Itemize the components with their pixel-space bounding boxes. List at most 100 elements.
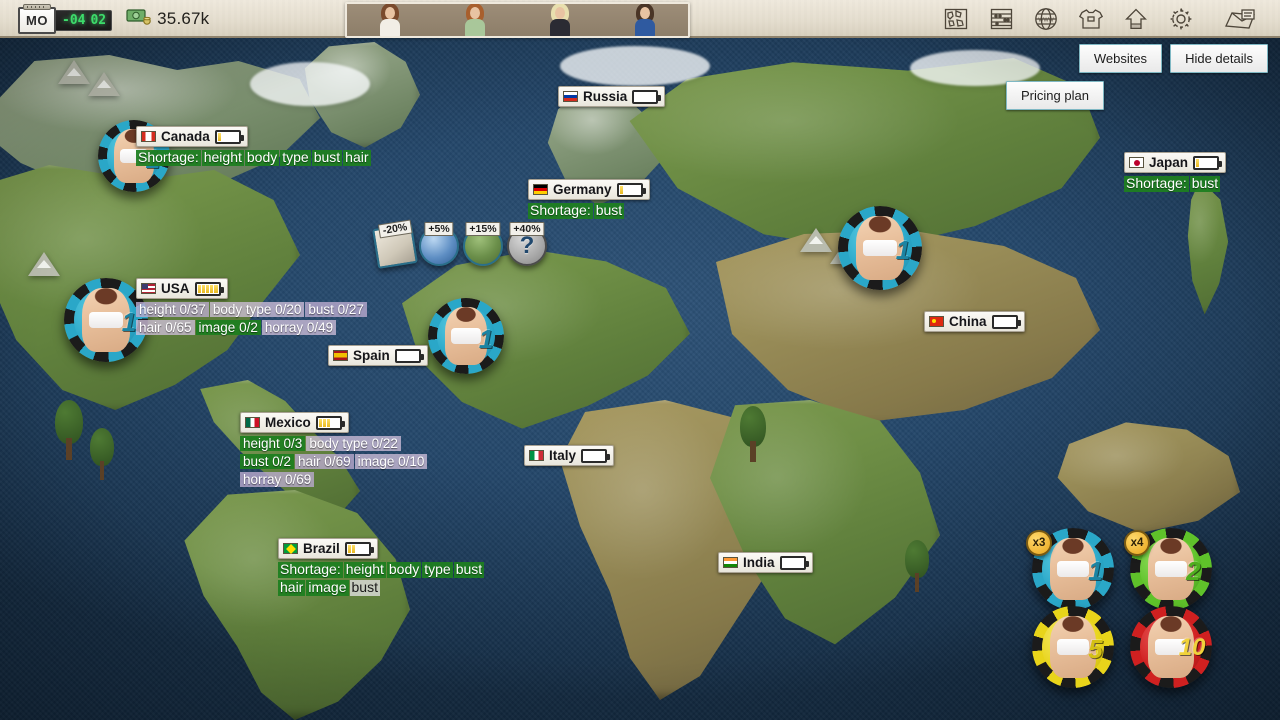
hide-details-button[interactable]: Hide details [1170,44,1268,73]
country-germany[interactable]: Germany Shortage: bust [528,179,650,220]
shortage-item: type [422,561,453,578]
stat-image: image 0/10 [354,453,428,470]
cash-amount: 35.67k [157,9,210,28]
tree-decor [90,428,114,480]
country-header[interactable]: India [718,552,813,573]
country-name: Japan [1149,155,1189,170]
portrait-2[interactable] [462,4,488,36]
country-header[interactable]: Russia [558,86,666,107]
map-chip-value: 1 [895,234,911,265]
led-left-value: -04 [62,13,86,28]
country-header[interactable]: Mexico [240,412,349,433]
mountain-decor [28,252,60,276]
mountain-decor [88,72,120,96]
bonus-token-penalty[interactable]: -20% [372,219,418,269]
upgrade-arrow-icon[interactable] [1121,5,1151,33]
tray-chip-5[interactable]: 5 [1032,606,1114,688]
country-shortage: Shortage: height body type bust hair [136,149,372,167]
country-japan[interactable]: Japan Shortage: bust [1124,152,1227,193]
tray-chip-2[interactable]: x4 2 [1124,528,1212,610]
country-header[interactable]: Germany [528,179,650,200]
pricing-plan-button[interactable]: Pricing plan [1006,81,1104,110]
country-battery [214,129,244,144]
top-bar-left-group: MO -04 02 35.67k [18,0,209,38]
shortage-label: Shortage: [1124,175,1189,192]
bonus-token-book[interactable]: +5% [419,222,459,266]
tray-chip-10[interactable]: 10 [1130,606,1212,688]
tree-decor [905,540,929,592]
country-russia[interactable]: Russia [558,86,666,107]
portrait-3[interactable] [547,4,573,36]
country-header[interactable]: Spain [328,345,428,366]
flag-italy [529,450,544,461]
shortage-item: type [280,149,311,166]
country-name: Brazil [303,541,340,556]
money-icon [126,7,152,32]
country-header[interactable]: China [924,311,1025,332]
svg-text:WWW: WWW [1038,18,1054,24]
country-name: Canada [161,129,210,144]
cash-widget[interactable]: 35.67k [126,7,209,32]
mail-icon[interactable] [1218,6,1262,34]
map-chip-europe[interactable]: 1 [428,298,504,374]
world-map-icon[interactable] [941,5,971,33]
map-chip-asia[interactable]: 1 [838,206,922,290]
country-header[interactable]: Japan [1124,152,1227,173]
ledger-icon[interactable] [986,5,1016,33]
tray-chip-value: 5 [1088,633,1103,664]
stat-hair: hair 0/69 [295,453,354,470]
stat-bust: bust 0/27 [305,302,367,318]
www-globe-icon[interactable]: WWW [1031,5,1061,33]
tray-chip-value: 10 [1178,633,1206,661]
gear-icon[interactable] [1166,5,1196,33]
bonus-token-row: -20% +5% +15% +40% ? [372,219,547,269]
websites-button[interactable]: Websites [1078,44,1163,73]
country-header[interactable]: Canada [136,126,248,147]
tray-chip-multiplier: x4 [1124,530,1150,556]
stat-body-type: body type 0/20 [209,302,305,318]
stat-bust: bust 0/2 [240,453,295,470]
shortage-item: bust [311,149,343,166]
shortage-item: bust [1189,175,1221,192]
tray-chip-value: 2 [1186,555,1201,586]
country-header[interactable]: Brazil [278,538,378,559]
bonus-token-mystery[interactable]: +40% ? [507,222,547,266]
toolbar-icons: WWW [941,0,1196,38]
country-canada[interactable]: Canada Shortage: height body type bust hair [136,126,372,167]
portrait-4[interactable] [632,4,658,36]
country-stats: height 0/37 body type 0/20 bust 0/27 hair 0… [136,301,374,337]
game-screen: 1 1 1 1 -20% +5% [0,0,1280,720]
flag-mexico [245,417,260,428]
country-india[interactable]: India [718,552,813,573]
bonus-token-pct: +40% [509,222,545,236]
tshirt-icon[interactable] [1076,5,1106,33]
calendar-day-label: MO [18,7,56,34]
shortage-item: bust [453,561,485,578]
country-usa[interactable]: USA height 0/37 body type 0/20 bust 0/27 ha… [136,278,374,337]
country-header[interactable]: Italy [524,445,615,466]
stat-body-type: body type 0/22 [306,436,401,452]
country-brazil[interactable]: Brazil Shortage: height body type busthair im… [278,538,506,597]
shortage-label: Shortage: [278,561,343,578]
portrait-1[interactable] [377,4,403,36]
calendar-clock-widget[interactable]: MO -04 02 [18,4,113,34]
country-battery [581,448,611,463]
shortage-label: Shortage: [528,202,593,219]
country-china[interactable]: China [924,311,1025,332]
country-spain[interactable]: Spain [328,345,428,366]
character-portrait-strip[interactable] [345,2,690,38]
bonus-token-house[interactable]: +15% [463,222,503,266]
tray-chip-1[interactable]: x3 1 [1026,528,1114,610]
mountain-decor [800,228,832,252]
flag-spain [333,350,348,361]
stat-image: image 0/2 [195,319,261,336]
country-header[interactable]: USA [136,278,228,299]
country-name: Italy [549,448,577,463]
country-battery [394,348,424,363]
flag-brazil [283,543,298,554]
flag-japan [1129,157,1144,168]
country-mexico[interactable]: Mexico height 0/3 body type 0/22 bust 0/2 h… [240,412,445,489]
bonus-token-pct: +5% [424,222,454,236]
country-italy[interactable]: Italy [524,445,615,466]
country-shortage: Shortage: bust [1124,175,1226,193]
